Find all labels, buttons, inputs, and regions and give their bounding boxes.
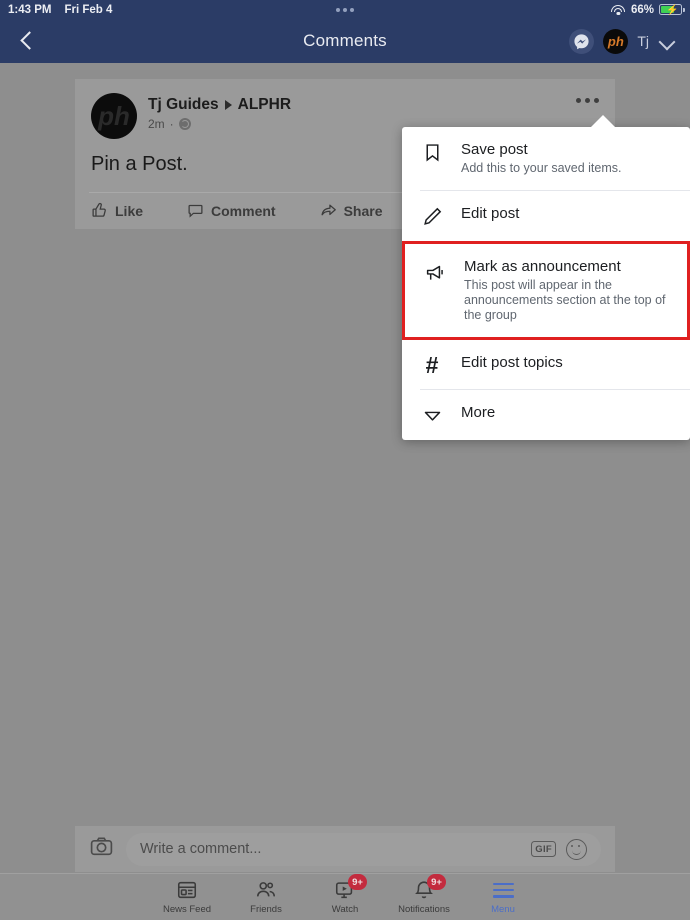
lightning-bolt-icon: ⚡	[666, 5, 679, 16]
battery-icon: ⚡	[659, 4, 685, 16]
menu-item-title: Save post	[461, 141, 528, 158]
tab-label: Menu	[491, 904, 515, 915]
gif-button[interactable]: GIF	[531, 841, 556, 857]
post-author-line: Tj Guides ALPHR	[148, 96, 291, 114]
friends-icon	[255, 879, 277, 901]
menu-item-mark-as-announcement[interactable]: Mark as announcement This post will appe…	[402, 241, 690, 340]
chevron-down-icon	[420, 404, 444, 426]
menu-item-title: More	[461, 404, 496, 421]
tab-label: News Feed	[162, 904, 212, 915]
dot-separator: ·	[169, 117, 174, 131]
hamburger-icon	[492, 879, 514, 901]
post-group[interactable]: ALPHR	[238, 96, 291, 114]
three-dots-icon	[336, 7, 354, 12]
hash-icon: #	[425, 352, 439, 378]
status-bar: 1:43 PM Fri Feb 4 66% ⚡	[0, 0, 690, 19]
like-button[interactable]: Like	[91, 202, 143, 219]
smiley-icon[interactable]	[566, 838, 587, 860]
tab-label: Friends	[250, 904, 282, 915]
bookmark-icon	[420, 141, 444, 163]
menu-item-edit-post-topics[interactable]: # Edit post topics	[402, 340, 690, 389]
bell-icon: 9+	[413, 874, 446, 901]
comment-label: Comment	[211, 202, 276, 219]
triangle-right-icon	[224, 100, 232, 110]
comment-button[interactable]: Comment	[187, 202, 276, 219]
news-feed-icon	[176, 879, 198, 901]
battery-percent: 66%	[630, 3, 654, 16]
tab-news-feed[interactable]: News Feed	[148, 879, 227, 915]
status-time: 1:43 PM	[8, 3, 52, 16]
tab-label: Notifications	[398, 904, 450, 915]
menu-item-more[interactable]: More	[402, 390, 690, 440]
tab-menu[interactable]: Menu	[464, 879, 543, 915]
menu-pointer-arrow	[590, 115, 616, 128]
nav-header: Comments ph Tj	[0, 19, 690, 63]
pencil-icon	[420, 205, 444, 227]
comment-placeholder: Write a comment...	[140, 841, 262, 857]
comment-input[interactable]: Write a comment... GIF	[126, 832, 601, 866]
status-date: Fri Feb 4	[64, 3, 113, 16]
chevron-down-icon[interactable]	[658, 32, 676, 50]
menu-item-title: Edit post topics	[461, 354, 563, 371]
tab-notifications[interactable]: 9+ Notifications	[385, 874, 464, 915]
tab-label: Watch	[331, 904, 359, 915]
share-button[interactable]: Share	[320, 202, 383, 219]
megaphone-icon	[423, 258, 447, 284]
menu-item-title: Edit post	[461, 205, 520, 222]
tab-friends[interactable]: Friends	[227, 879, 306, 915]
avatar[interactable]: ph	[603, 28, 629, 54]
post-options-menu: Save post Add this to your saved items. …	[402, 127, 690, 440]
share-label: Share	[343, 202, 383, 219]
comment-composer: Write a comment... GIF	[75, 826, 615, 872]
phone-screen: 1:43 PM Fri Feb 4 66% ⚡ Comments ph Tj p…	[0, 0, 690, 920]
post-avatar[interactable]: ph	[91, 93, 137, 139]
bottom-tab-bar: News Feed Friends 9+ Watch 9+ Notificati…	[0, 873, 690, 920]
nav-user-name[interactable]: Tj	[637, 33, 649, 49]
menu-item-title: Mark as announcement	[464, 258, 621, 275]
badge: 9+	[427, 874, 446, 890]
messenger-icon[interactable]	[569, 28, 595, 54]
post-menu-button[interactable]	[576, 98, 599, 103]
globe-icon	[178, 118, 191, 130]
menu-item-subtitle: Add this to your saved items.	[461, 161, 622, 175]
menu-item-save-post[interactable]: Save post Add this to your saved items.	[402, 127, 690, 190]
camera-icon[interactable]	[89, 834, 114, 864]
menu-item-subtitle: This post will appear in the announcemen…	[464, 278, 666, 322]
watch-icon: 9+	[334, 874, 367, 901]
like-label: Like	[115, 202, 144, 219]
tab-watch[interactable]: 9+ Watch	[306, 874, 385, 915]
menu-item-edit-post[interactable]: Edit post	[402, 191, 690, 241]
post-time: 2m	[148, 117, 165, 131]
post-author[interactable]: Tj Guides	[148, 96, 219, 114]
badge: 9+	[348, 874, 367, 890]
wifi-icon	[611, 4, 626, 15]
post-subline: 2m ·	[148, 117, 291, 131]
